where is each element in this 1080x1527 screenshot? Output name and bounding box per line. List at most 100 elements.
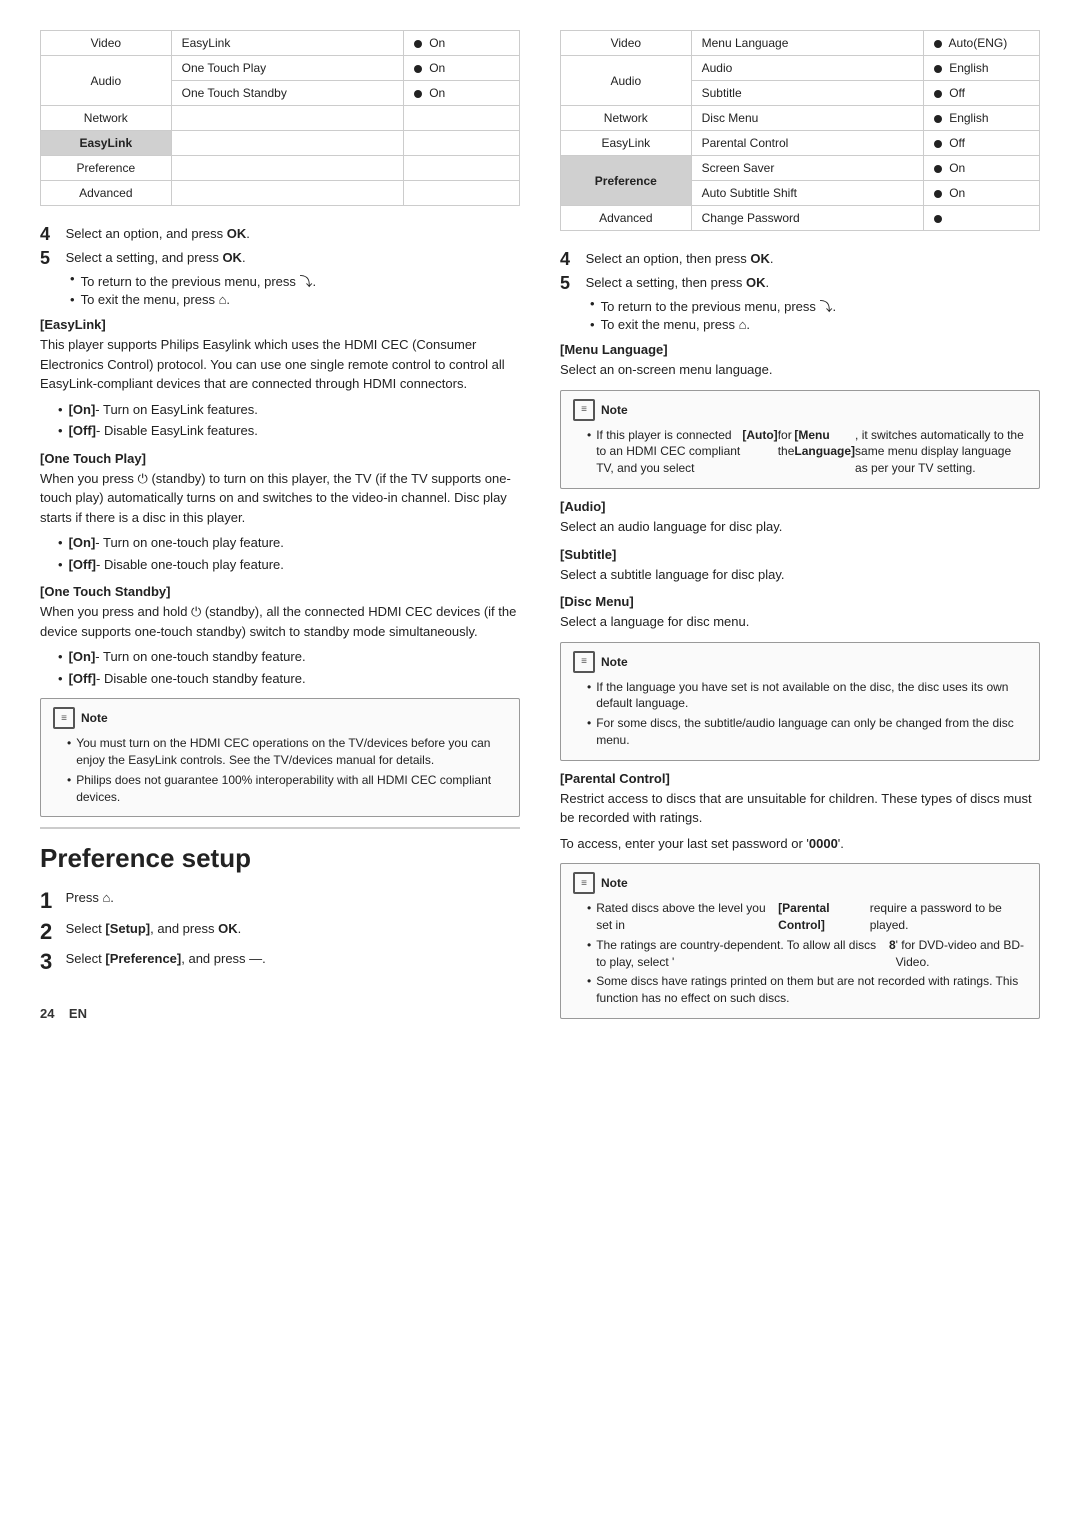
left-cat-easylink: EasyLink (41, 131, 172, 156)
pref-step2-text: Select [Setup], and press OK. (62, 919, 241, 939)
otp-header: [One Touch Play] (40, 451, 520, 466)
left-note-item-2: Philips does not guarantee 100% interope… (67, 772, 507, 806)
right-note3-label: Note (601, 876, 628, 890)
right-note3-item-3: Some discs have ratings printed on them … (587, 973, 1027, 1007)
right-note-2: ≡ Note If the language you have set is n… (560, 642, 1040, 761)
right-val-subtitle: Off (923, 81, 1039, 106)
easylink-header: [EasyLink] (40, 317, 520, 332)
ots-header: [One Touch Standby] (40, 584, 520, 599)
right-note1-item-1: If this player is connected to an HDMI C… (587, 427, 1027, 477)
right-cat-network: Network (561, 106, 692, 131)
otp-bullet-1: [On] - Turn on one-touch play feature. (58, 533, 520, 553)
right-note3-header: ≡ Note (573, 872, 1027, 894)
preference-title: Preference setup (40, 843, 520, 874)
right-val-changepw (923, 206, 1039, 231)
menulang-body: Select an on-screen menu language. (560, 360, 1040, 380)
parental-body2: To access, enter your last set password … (560, 834, 1040, 854)
otp-body: When you press ⏻ (standby) to turn on th… (40, 469, 520, 528)
right-note2-item-2: For some discs, the subtitle/audio langu… (587, 715, 1027, 749)
step5-num: 5 (40, 248, 62, 270)
right-val-autosubtitle: On (923, 181, 1039, 206)
right-val-audio: English (923, 56, 1039, 81)
right-note3-item-1: Rated discs above the level you set in [… (587, 900, 1027, 934)
right-menu-table: Video Menu Language Auto(ENG) Audio Audi… (560, 30, 1040, 231)
otp-bullet-2: [Off] - Disable one-touch play feature. (58, 555, 520, 575)
left-val-otp: On (403, 56, 519, 81)
left-item-net (171, 106, 403, 131)
step5-text: Select a setting, and press OK. (62, 248, 246, 268)
right-note2-header: ≡ Note (573, 651, 1027, 673)
right-note3-item-2: The ratings are country-dependent. To al… (587, 937, 1027, 971)
pref-step1-num: 1 (40, 888, 62, 914)
step4-num: 4 (40, 224, 62, 246)
note-icon-right2: ≡ (573, 651, 595, 673)
right-item-parentalctrl: Parental Control (691, 131, 923, 156)
right-step5-text: Select a setting, then press OK. (582, 273, 769, 293)
right-step5-num: 5 (560, 273, 582, 295)
right-item-menulang: Menu Language (691, 31, 923, 56)
right-note3-list: Rated discs above the level you set in [… (587, 900, 1027, 1007)
page-number: 24 (40, 1006, 54, 1021)
left-cat-video: Video (41, 31, 172, 56)
pref-step1-text: Press ⌂. (62, 888, 114, 908)
left-item-easylink: EasyLink (171, 31, 403, 56)
subtitle-header: [Subtitle] (560, 547, 1040, 562)
audio-header: [Audio] (560, 499, 1040, 514)
easylink-bullets: [On] - Turn on EasyLink features. [Off] … (58, 400, 520, 441)
preference-setup-section: Preference setup 1 Press ⌂. 2 Select [Se… (40, 827, 520, 975)
right-val-screensaver: On (923, 156, 1039, 181)
right-item-discmenu: Disc Menu (691, 106, 923, 131)
left-item-ots: One Touch Standby (171, 81, 403, 106)
right-note1-header: ≡ Note (573, 399, 1027, 421)
left-note-header: ≡ Note (53, 707, 507, 729)
left-column: Video EasyLink On Audio One Touch Play O… (40, 30, 520, 1029)
easylink-bullet-1: [On] - Turn on EasyLink features. (58, 400, 520, 420)
right-sub-bullet-2: To exit the menu, press ⌂. (590, 317, 1040, 332)
pref-step3-num: 3 (40, 949, 62, 975)
left-item-otp: One Touch Play (171, 56, 403, 81)
left-note-list: You must turn on the HDMI CEC operations… (67, 735, 507, 805)
left-cat-advanced: Advanced (41, 181, 172, 206)
left-note-label: Note (81, 711, 108, 725)
right-item-subtitle: Subtitle (691, 81, 923, 106)
left-item-adv (171, 181, 403, 206)
right-note-3: ≡ Note Rated discs above the level you s… (560, 863, 1040, 1019)
right-sub-bullets: To return to the previous menu, press ⤵.… (590, 296, 1040, 332)
right-val-menulang: Auto(ENG) (923, 31, 1039, 56)
otp-bullets: [On] - Turn on one-touch play feature. [… (58, 533, 520, 574)
parental-body: Restrict access to discs that are unsuit… (560, 789, 1040, 828)
note-icon-right3: ≡ (573, 872, 595, 894)
right-note2-label: Note (601, 655, 628, 669)
right-sub-bullet-1: To return to the previous menu, press ⤵. (590, 296, 1040, 315)
right-cat-audio: Audio (561, 56, 692, 106)
left-sub-bullet-1: To return to the previous menu, press ⤵. (70, 271, 520, 290)
left-item-el (171, 131, 403, 156)
page-lang: EN (69, 1006, 87, 1021)
left-steps: 4 Select an option, and press OK. 5 Sele… (40, 224, 520, 307)
ots-bullet-1: [On] - Turn on one-touch standby feature… (58, 647, 520, 667)
menulang-header: [Menu Language] (560, 342, 1040, 357)
right-cat-easylink: EasyLink (561, 131, 692, 156)
left-val-el (403, 131, 519, 156)
left-cat-audio: Audio (41, 56, 172, 106)
right-steps: 4 Select an option, then press OK. 5 Sel… (560, 249, 1040, 332)
left-menu-table: Video EasyLink On Audio One Touch Play O… (40, 30, 520, 206)
left-val-ots: On (403, 81, 519, 106)
step4-text: Select an option, and press OK. (62, 224, 250, 244)
easylink-bullet-2: [Off] - Disable EasyLink features. (58, 421, 520, 441)
right-note-1: ≡ Note If this player is connected to an… (560, 390, 1040, 489)
left-val-adv (403, 181, 519, 206)
pref-step3-text: Select [Preference], and press —. (62, 949, 266, 969)
ots-bullet-2: [Off] - Disable one-touch standby featur… (58, 669, 520, 689)
left-val-net (403, 106, 519, 131)
right-note2-list: If the language you have set is not avai… (587, 679, 1027, 749)
note-icon-left: ≡ (53, 707, 75, 729)
left-note-item-1: You must turn on the HDMI CEC operations… (67, 735, 507, 769)
ots-bullets: [On] - Turn on one-touch standby feature… (58, 647, 520, 688)
right-cat-preference: Preference (561, 156, 692, 206)
parental-header: [Parental Control] (560, 771, 1040, 786)
note-icon-right1: ≡ (573, 399, 595, 421)
right-step4-num: 4 (560, 249, 582, 271)
right-cat-video: Video (561, 31, 692, 56)
right-step4-text: Select an option, then press OK. (582, 249, 774, 269)
